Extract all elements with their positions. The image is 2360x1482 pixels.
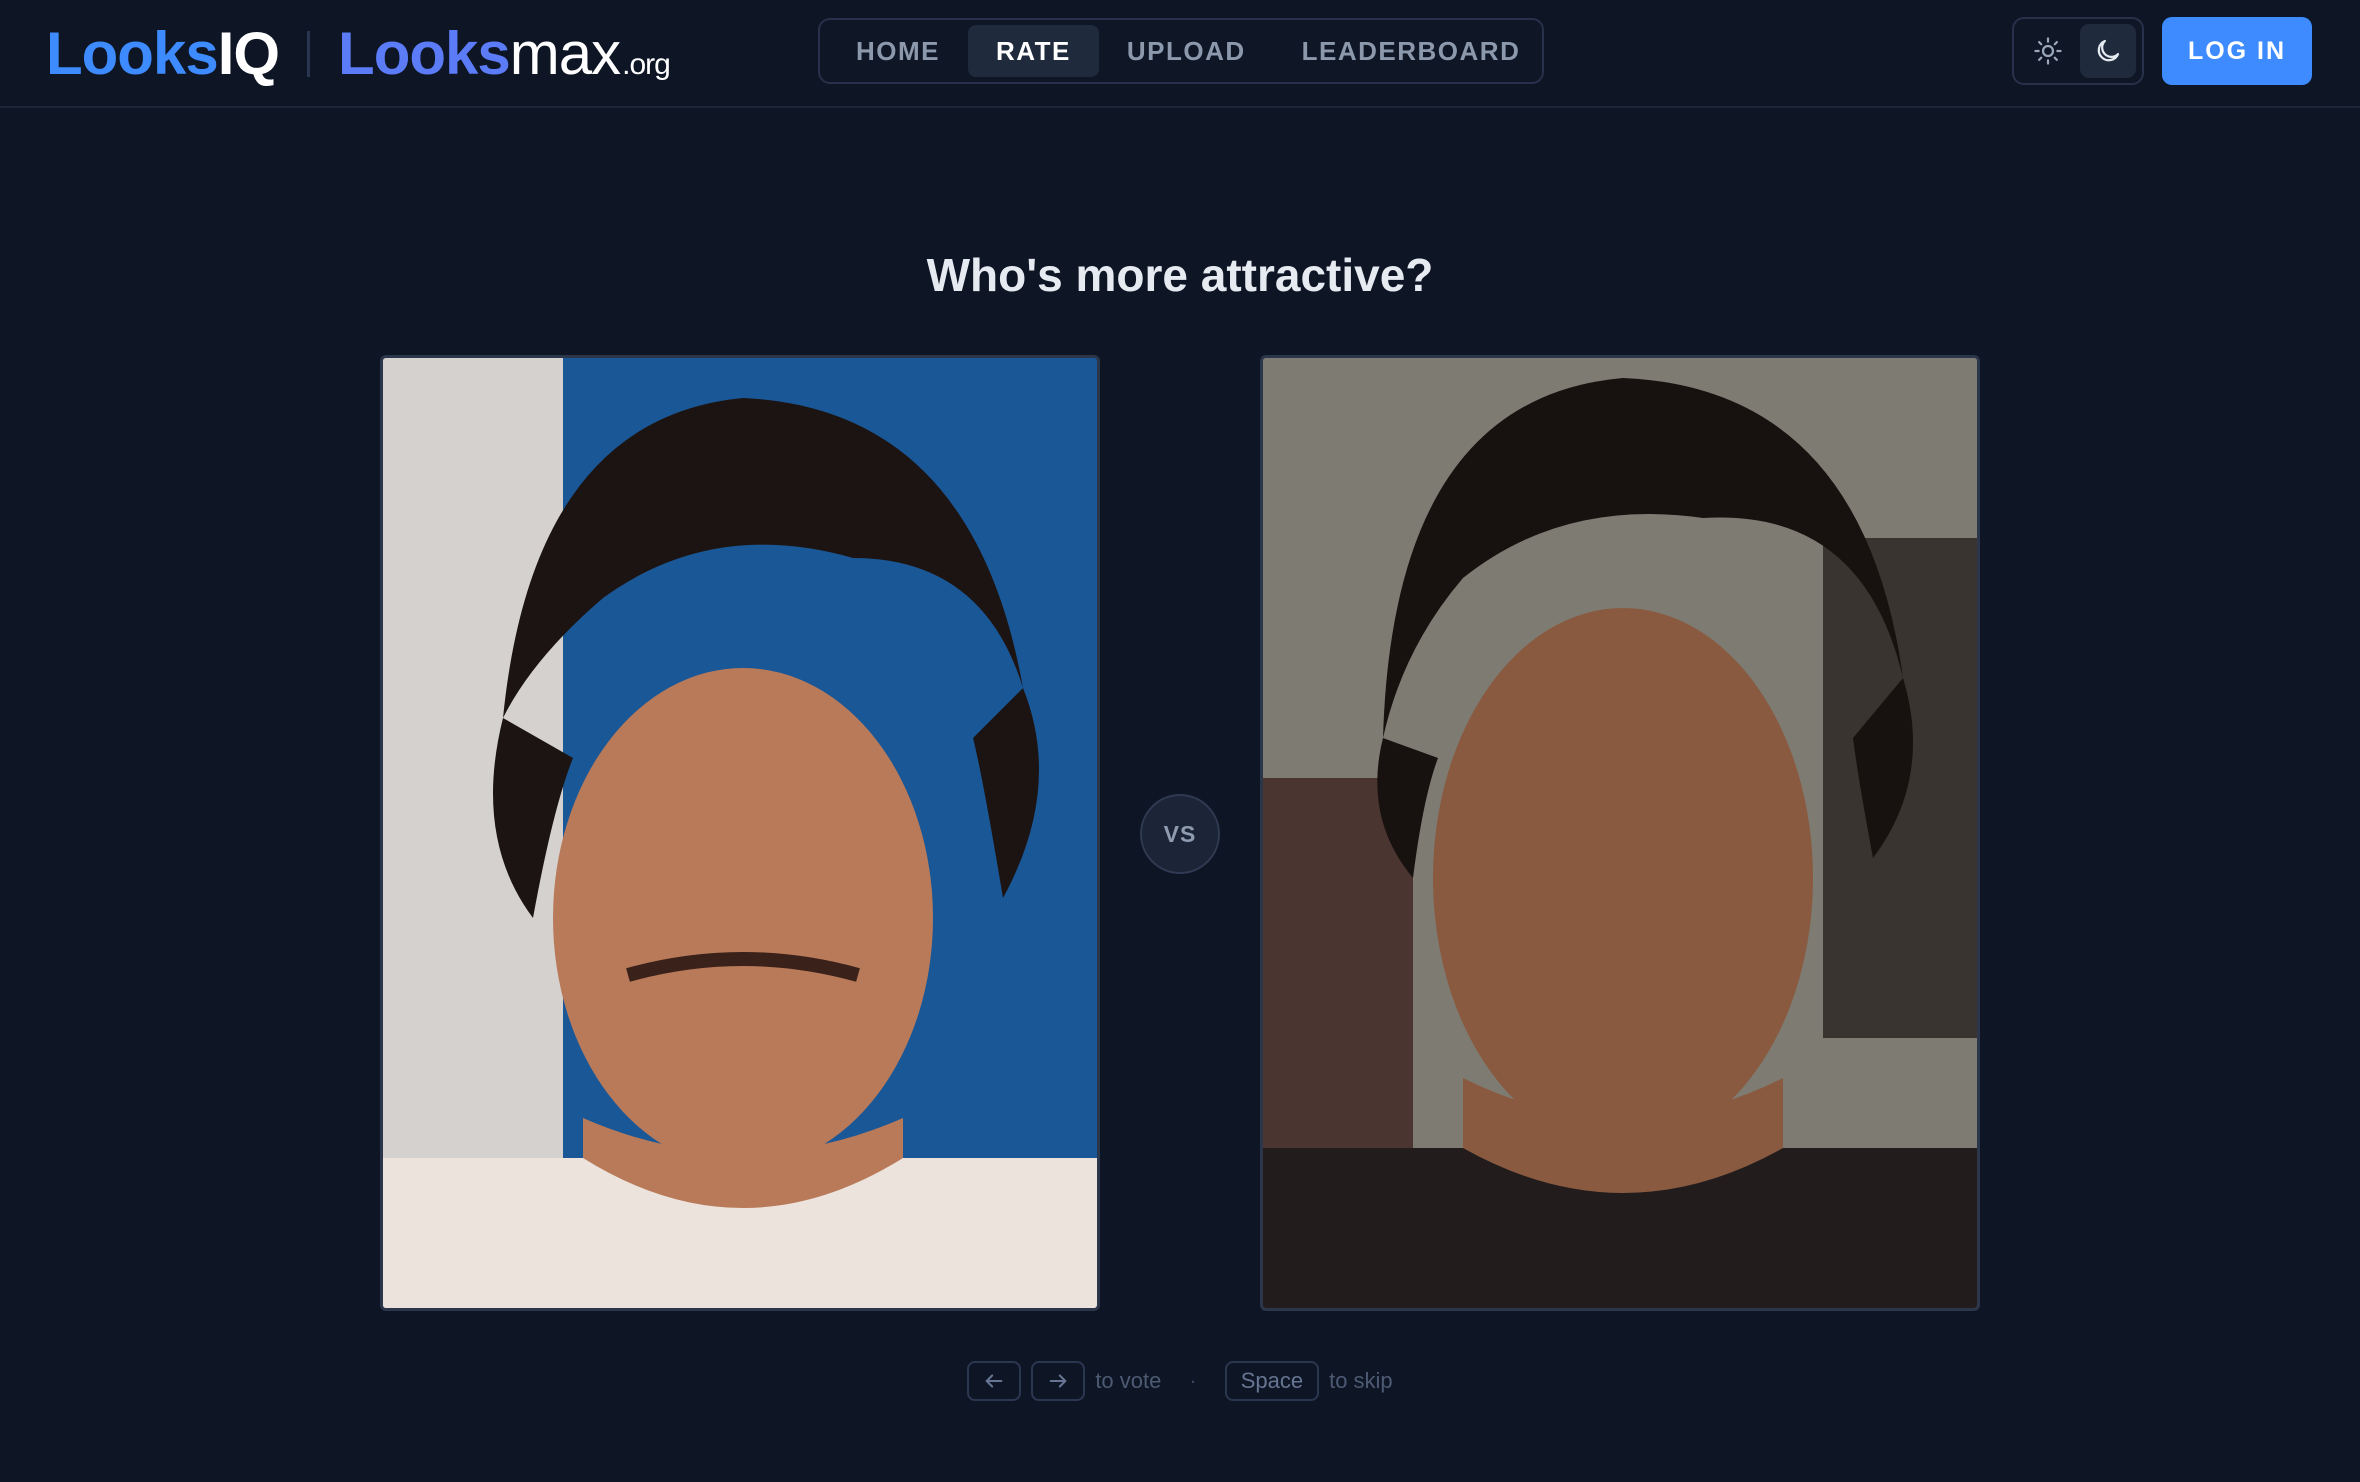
dark-theme-button[interactable] — [2080, 24, 2136, 78]
right-candidate-photo[interactable] — [1260, 355, 1980, 1311]
hint-separator: · — [1189, 1368, 1197, 1393]
left-portrait-image — [383, 358, 1097, 1308]
right-portrait-image — [1263, 358, 1977, 1308]
arrow-left-icon — [985, 1374, 1003, 1388]
vs-badge: VS — [1140, 794, 1220, 874]
space-key[interactable]: Space — [1224, 1361, 1320, 1401]
left-arrow-key[interactable] — [967, 1361, 1022, 1401]
page-title: Who's more attractive? — [926, 249, 1434, 301]
looksiq-logo-iq: IQ — [217, 20, 280, 87]
looksmax-logo-org: .org — [622, 48, 671, 81]
right-arrow-key[interactable] — [1031, 1361, 1086, 1401]
skip-hint-text: to skip — [1329, 1368, 1393, 1393]
looksmax-logo-text: Looks — [338, 20, 511, 87]
moon-icon — [2097, 39, 2120, 62]
top-navigation-bar: LooksIQ Looks max .org HOME RATE UPLOAD LE… — [0, 0, 2360, 108]
looksiq-logo-text: Looks — [46, 20, 219, 87]
looksmax-logo-max: max — [509, 20, 621, 87]
login-button[interactable]: LOG IN — [2162, 17, 2312, 85]
nav-rate[interactable]: RATE — [968, 25, 1099, 77]
nav-home[interactable]: HOME — [828, 25, 968, 77]
vote-hint-text: to vote — [1095, 1368, 1162, 1393]
looksiq-logo[interactable]: LooksIQ — [46, 24, 280, 84]
arrow-right-icon — [1049, 1374, 1067, 1388]
brand-logos: LooksIQ Looks max .org — [46, 14, 671, 94]
nav-leaderboard[interactable]: LEADERBOARD — [1274, 25, 1549, 77]
main-nav: HOME RATE UPLOAD LEADERBOARD — [818, 18, 1544, 84]
sun-icon — [2034, 37, 2062, 65]
brand-divider — [307, 31, 311, 77]
looksmax-logo[interactable]: Looks max .org — [338, 20, 671, 87]
left-candidate-photo[interactable] — [380, 355, 1100, 1311]
theme-toggle — [2012, 17, 2144, 85]
light-theme-button[interactable] — [2020, 24, 2076, 78]
keyboard-hints: to vote · Space to skip — [0, 1360, 2360, 1402]
nav-upload[interactable]: UPLOAD — [1099, 25, 1274, 77]
